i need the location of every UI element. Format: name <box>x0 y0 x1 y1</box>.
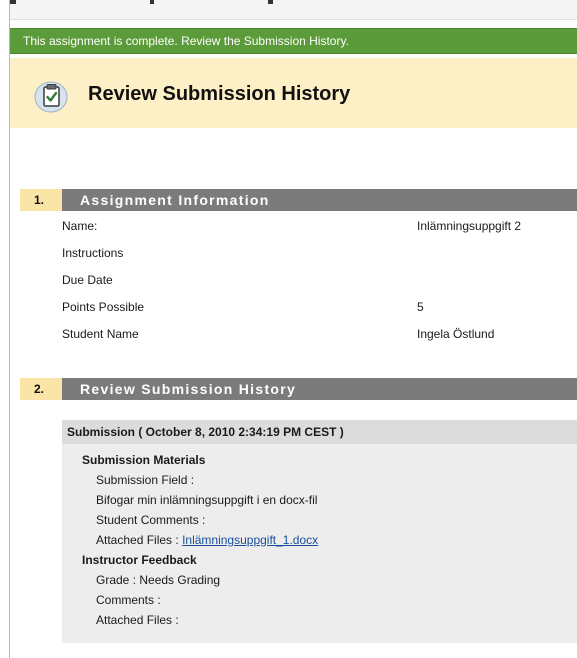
info-row-instructions: Instructions <box>62 240 577 267</box>
feedback-comments-label: Comments : <box>96 593 161 607</box>
page-header: Review Submission History <box>10 58 577 128</box>
truncated-text-fragment <box>268 0 273 4</box>
step-assignment-information: 1. Assignment Information <box>10 189 577 211</box>
clipboard-check-icon <box>34 81 68 113</box>
attached-files-row: Attached Files : Inlämningsuppgift_1.doc… <box>96 533 318 547</box>
submission-panel: Submission ( October 8, 2010 2:34:19 PM … <box>62 420 577 643</box>
info-value: Inlämningsuppgift 2 <box>417 219 522 233</box>
grade-text: Grade : Needs Grading <box>96 573 221 587</box>
step-title: Assignment Information <box>62 189 577 211</box>
info-label: Instructions <box>62 246 124 260</box>
truncated-top-bar <box>10 0 577 20</box>
info-label: Points Possible <box>62 300 145 314</box>
info-label: Student Name <box>62 327 139 341</box>
step-number: 1. <box>20 189 62 211</box>
submission-field-text: Bifogar min inlämningsuppgift i en docx-… <box>96 493 318 507</box>
info-row-points-possible: Points Possible 5 <box>62 294 577 321</box>
truncated-text-fragment <box>10 0 16 4</box>
submission-field-label: Submission Field : <box>96 473 195 487</box>
receipt-message: This assignment is complete. Review the … <box>23 34 349 48</box>
feedback-attached-files-label: Attached Files : <box>96 613 179 627</box>
page-title: Review Submission History <box>88 83 351 105</box>
step-review-submission-history: 2. Review Submission History <box>10 378 577 400</box>
info-row-student-name: Student Name Ingela Östlund <box>62 321 577 348</box>
info-value: 5 <box>417 300 424 314</box>
step-number: 2. <box>20 378 62 400</box>
truncated-text-fragment <box>150 0 154 4</box>
student-comments-label: Student Comments : <box>96 513 206 527</box>
info-row-name: Name: Inlämningsuppgift 2 <box>62 213 577 240</box>
info-label: Due Date <box>62 273 113 287</box>
info-label: Name: <box>62 219 98 233</box>
submission-materials-heading: Submission Materials <box>82 453 206 467</box>
info-value: Ingela Östlund <box>417 327 495 341</box>
attached-file-link[interactable]: Inlämningsuppgift_1.docx <box>182 533 318 547</box>
success-receipt-bar: This assignment is complete. Review the … <box>10 28 577 54</box>
step-title: Review Submission History <box>62 378 577 400</box>
instructor-feedback-heading: Instructor Feedback <box>82 553 197 567</box>
info-row-due-date: Due Date <box>62 267 577 294</box>
attached-files-label: Attached Files : <box>96 533 179 547</box>
submission-header: Submission ( October 8, 2010 2:34:19 PM … <box>62 420 577 444</box>
